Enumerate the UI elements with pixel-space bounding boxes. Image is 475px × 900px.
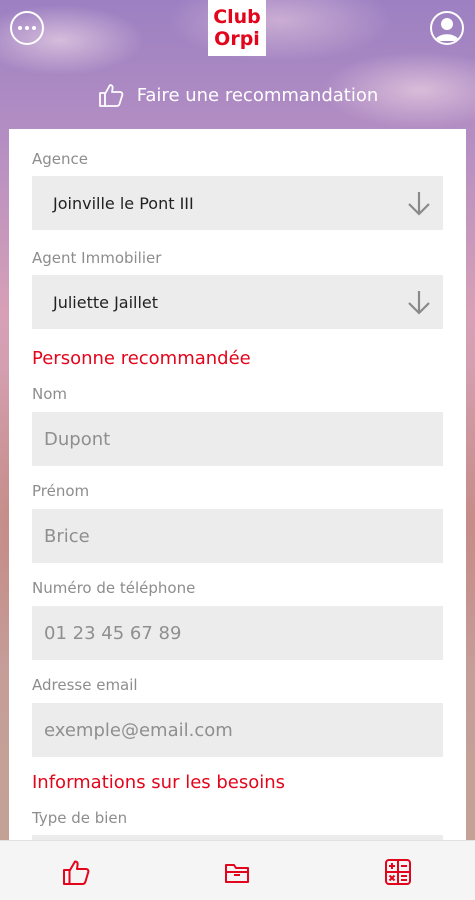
logo-line-1: Club bbox=[213, 6, 261, 28]
more-button[interactable] bbox=[10, 11, 44, 45]
thumbs-up-icon bbox=[63, 860, 90, 885]
prenom-label: Prénom bbox=[32, 482, 90, 500]
prenom-input[interactable]: Brice bbox=[32, 509, 443, 563]
agency-label: Agence bbox=[32, 150, 88, 168]
folder-icon bbox=[225, 864, 249, 883]
tab-recommend[interactable] bbox=[59, 855, 93, 889]
agent-value: Juliette Jaillet bbox=[53, 292, 159, 312]
recommendation-header: Faire une recommandation bbox=[0, 81, 475, 109]
recommendation-form: Agence Joinville le Pont III Agent Immob… bbox=[9, 129, 466, 840]
logo-line-2: Orpi bbox=[214, 28, 260, 50]
phone-label: Numéro de téléphone bbox=[32, 579, 196, 597]
type-label: Type de bien bbox=[32, 809, 128, 827]
agent-select[interactable]: Juliette Jaillet bbox=[32, 275, 443, 329]
agent-label: Agent Immobilier bbox=[32, 249, 162, 267]
email-placeholder: exemple@email.com bbox=[44, 719, 233, 741]
needs-section-title: Informations sur les besoins bbox=[32, 772, 286, 793]
thumbs-up-icon bbox=[98, 84, 123, 107]
arrow-down-icon bbox=[408, 291, 430, 315]
person-section-title: Personne recommandée bbox=[32, 348, 251, 369]
bottom-tab-bar bbox=[0, 840, 475, 900]
tab-folder[interactable] bbox=[220, 855, 254, 889]
agency-value: Joinville le Pont III bbox=[53, 193, 194, 213]
agency-select[interactable]: Joinville le Pont III bbox=[32, 176, 443, 230]
email-input[interactable]: exemple@email.com bbox=[32, 703, 443, 757]
phone-input[interactable]: 01 23 45 67 89 bbox=[32, 606, 443, 660]
recommendation-title: Faire une recommandation bbox=[136, 84, 379, 106]
nom-label: Nom bbox=[32, 385, 68, 403]
profile-button[interactable] bbox=[430, 11, 464, 45]
nom-placeholder: Dupont bbox=[44, 428, 111, 450]
club-orpi-logo: Club Orpi bbox=[208, 0, 266, 56]
arrow-down-icon bbox=[408, 192, 430, 216]
prenom-placeholder: Brice bbox=[44, 525, 90, 547]
nom-input[interactable]: Dupont bbox=[32, 412, 443, 466]
calculator-icon bbox=[385, 859, 411, 885]
email-label: Adresse email bbox=[32, 676, 138, 694]
tab-calculator[interactable] bbox=[381, 855, 415, 889]
phone-placeholder: 01 23 45 67 89 bbox=[44, 622, 182, 644]
user-profile-icon bbox=[435, 18, 459, 41]
more-dots-icon bbox=[18, 26, 36, 30]
